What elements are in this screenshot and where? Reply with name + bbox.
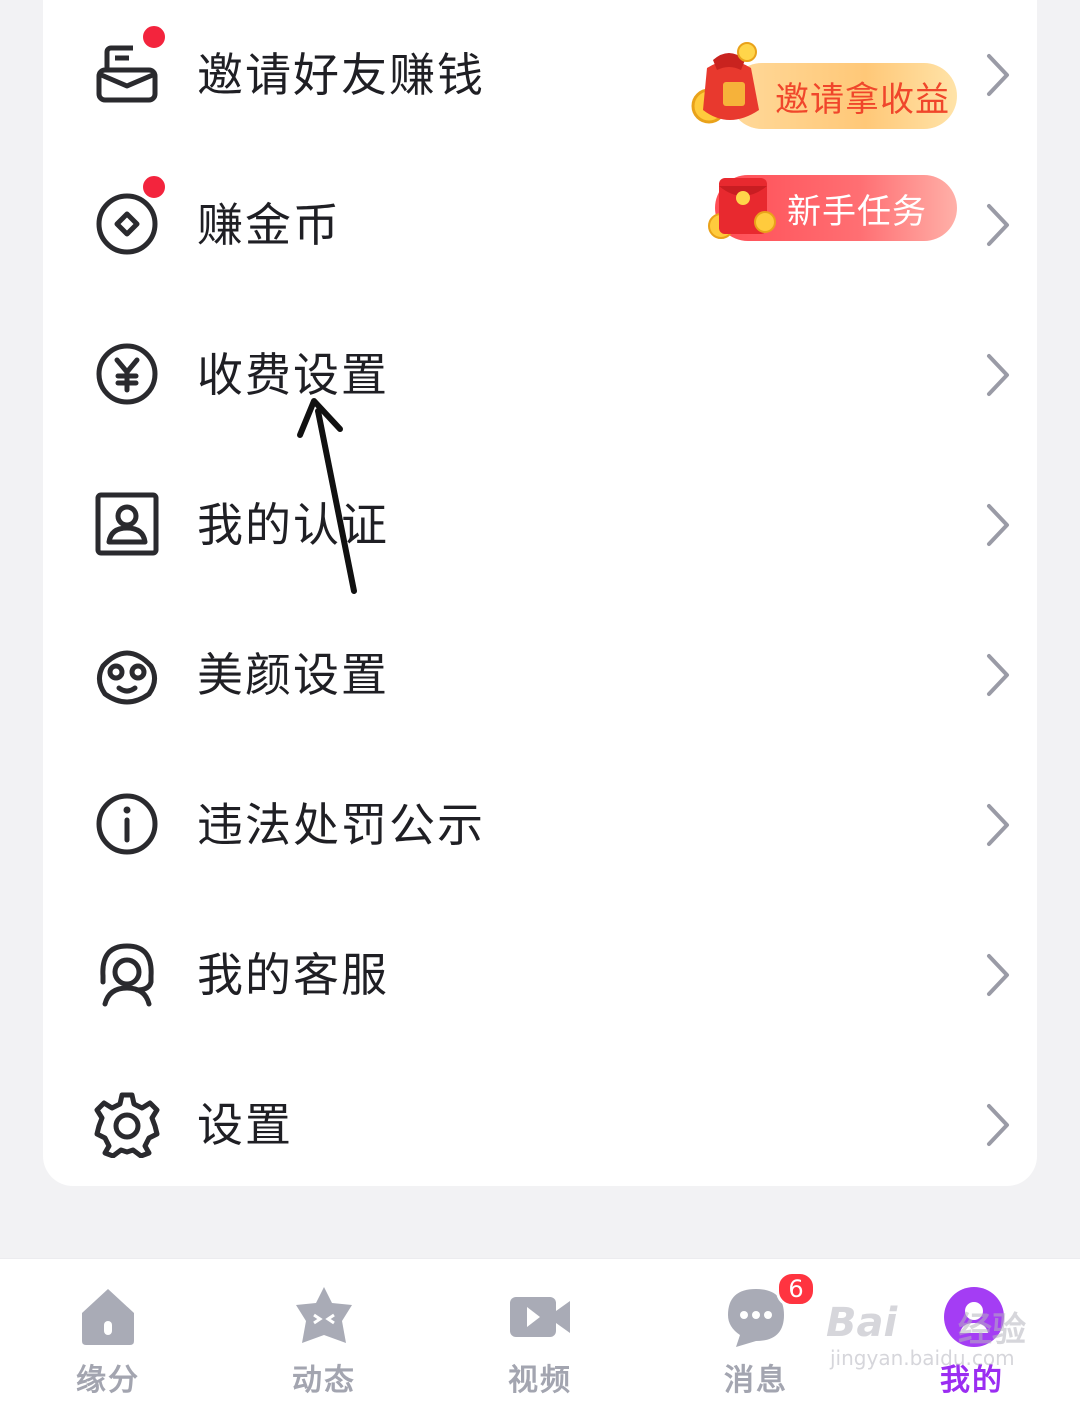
menu-item-settings[interactable]: 设置	[43, 1050, 1037, 1200]
chevron-right-icon	[987, 504, 1009, 546]
gear-icon	[93, 1090, 161, 1158]
menu-item-label: 违法处罚公示	[197, 798, 485, 852]
newbie-task-text: 新手任务	[787, 191, 927, 232]
chevron-right-icon	[987, 954, 1009, 996]
annotation-arrow	[297, 398, 357, 594]
money-bag-icon	[691, 42, 759, 124]
star-face-icon	[290, 1283, 358, 1351]
invite-envelope-icon	[93, 40, 161, 108]
bottom-tab-bar: 缘分 动态 视频 6 消息 我的	[0, 1258, 1080, 1401]
chevron-right-icon	[987, 204, 1009, 246]
menu-item-customer-service[interactable]: 我的客服	[43, 900, 1037, 1050]
menu-item-my-certification[interactable]: 我的认证	[43, 450, 1037, 600]
invite-promo-text: 邀请拿收益	[775, 79, 950, 120]
chevron-right-icon	[987, 1104, 1009, 1146]
coin-icon	[93, 190, 161, 258]
chevron-right-icon	[987, 354, 1009, 396]
settings-menu-card: 邀请好友赚钱 邀请拿收益 赚金币 新手任务 收费设置 我的认证 美颜设置 违法处…	[43, 0, 1037, 1186]
menu-item-label: 我的客服	[197, 948, 389, 1002]
menu-item-label: 邀请好友赚钱	[197, 48, 485, 102]
tab-mine[interactable]: 我的	[864, 1259, 1080, 1401]
tab-video[interactable]: 视频	[432, 1259, 648, 1401]
chevron-right-icon	[987, 804, 1009, 846]
tab-yuanfen[interactable]: 缘分	[0, 1259, 216, 1401]
menu-item-violation-notice[interactable]: 违法处罚公示	[43, 750, 1037, 900]
menu-item-label: 美颜设置	[197, 648, 389, 702]
chevron-right-icon	[987, 54, 1009, 96]
menu-item-invite-friends[interactable]: 邀请好友赚钱 邀请拿收益	[43, 0, 1037, 150]
house-icon	[74, 1283, 142, 1351]
profile-icon	[938, 1283, 1006, 1351]
unread-badge: 6	[776, 1271, 816, 1307]
tab-label: 消息	[724, 1363, 788, 1398]
menu-item-beauty-settings[interactable]: 美颜设置	[43, 600, 1037, 750]
yuan-icon	[93, 340, 161, 408]
menu-item-label: 赚金币	[197, 198, 341, 252]
notification-dot	[141, 174, 167, 200]
menu-item-label: 设置	[197, 1098, 293, 1152]
menu-item-charge-settings[interactable]: 收费设置	[43, 300, 1037, 450]
tab-label: 我的	[940, 1363, 1004, 1398]
customer-service-icon	[93, 940, 161, 1008]
tab-label: 缘分	[76, 1363, 140, 1398]
beauty-face-icon	[93, 640, 161, 708]
tab-label: 视频	[508, 1363, 572, 1398]
chevron-right-icon	[987, 654, 1009, 696]
menu-item-earn-coins[interactable]: 赚金币 新手任务	[43, 150, 1037, 300]
video-camera-icon	[506, 1283, 574, 1351]
tab-messages[interactable]: 6 消息	[648, 1259, 864, 1401]
id-card-icon	[93, 490, 161, 558]
tab-label: 动态	[292, 1363, 356, 1398]
info-icon	[93, 790, 161, 858]
notification-dot	[141, 24, 167, 50]
tab-dongtai[interactable]: 动态	[216, 1259, 432, 1401]
red-envelope-icon	[708, 178, 776, 239]
